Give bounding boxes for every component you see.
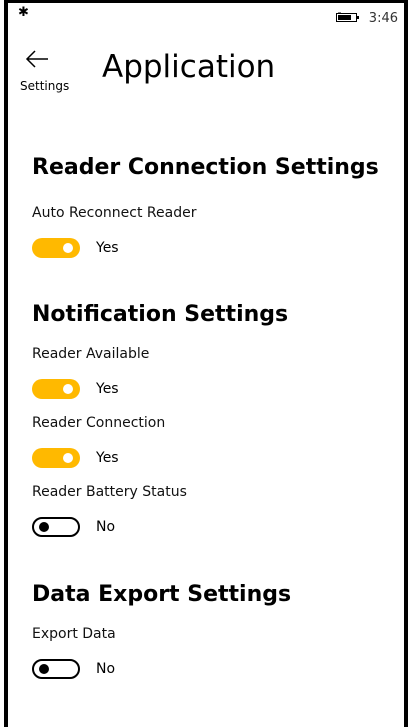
toggle-knob [39,664,49,674]
battery-icon [336,12,359,22]
toggle-switch[interactable] [32,238,80,258]
phone-screen: ✱ 3:46 Settings Application Reader Conne… [4,0,408,727]
section-title-data-export: Data Export Settings [32,582,292,607]
section-title-notification: Notification Settings [32,302,289,327]
back-button[interactable]: Settings [20,49,80,99]
toggle-switch[interactable] [32,448,80,468]
toggle-switch[interactable] [32,517,80,537]
toggle-switch[interactable] [32,659,80,679]
toggle-state: Yes [96,450,119,466]
toggle-reader-battery[interactable]: No [32,516,115,538]
label-reader-battery: Reader Battery Status [32,484,187,500]
toggle-state: Yes [96,381,119,397]
toggle-auto-reconnect[interactable]: Yes [32,237,119,259]
bluetooth-icon: ✱ [18,5,29,20]
back-label: Settings [20,79,70,93]
toggle-reader-connection[interactable]: Yes [32,447,119,469]
label-auto-reconnect: Auto Reconnect Reader [32,205,197,221]
label-reader-available: Reader Available [32,346,150,362]
toggle-state: No [96,661,116,677]
toggle-knob [39,522,49,532]
arrow-left-icon [25,50,48,68]
toggle-knob [63,243,73,253]
status-bar: ✱ 3:46 [8,3,404,29]
section-title-reader-connection: Reader Connection Settings [32,155,379,180]
toggle-knob [63,384,73,394]
toggle-knob [63,453,73,463]
label-reader-connection: Reader Connection [32,415,166,431]
toggle-state: No [96,519,116,535]
toggle-state: Yes [96,240,119,256]
toggle-switch[interactable] [32,379,80,399]
page-title: Application [102,49,276,85]
toggle-reader-available[interactable]: Yes [32,378,119,400]
status-time: 3:46 [368,11,398,26]
label-export-data: Export Data [32,626,116,642]
toggle-export-data[interactable]: No [32,658,115,680]
